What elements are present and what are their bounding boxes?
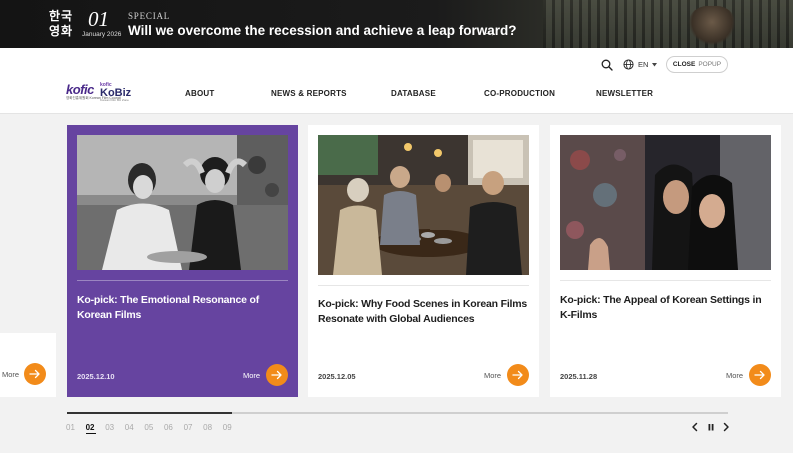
nav-about[interactable]: ABOUT [185,89,214,98]
slider-progress-fill [67,412,233,414]
arrow-right-icon [29,369,40,379]
previous-card-partial[interactable]: More [0,333,56,397]
arrow-right-icon [271,370,282,380]
logo-kobiz-sub: Korean Film Biz Zone [100,98,129,102]
globe-icon [623,59,634,70]
close-popup-strong: CLOSE [672,61,696,68]
page-number-09[interactable]: 09 [223,423,243,434]
card-divider [318,285,529,286]
pause-icon[interactable] [706,421,716,433]
card-title[interactable]: Ko-pick: The Emotional Resonance of Kore… [77,293,289,323]
banner-issue-date: January 2026 [82,31,122,38]
nav-co-production[interactable]: CO-PRODUCTION [484,89,555,98]
nav-database[interactable]: DATABASE [391,89,436,98]
card-divider [77,280,288,281]
page-number-06[interactable]: 06 [164,423,184,434]
more-label: More [2,370,20,379]
search-icon[interactable] [601,59,613,71]
page-number-04[interactable]: 04 [125,423,145,434]
card-thumbnail-window-scene[interactable] [560,135,771,270]
page-number-03[interactable]: 03 [105,423,125,434]
more-button[interactable] [749,364,771,386]
slide-pagination: 01 02 03 04 05 06 07 08 09 [66,423,242,434]
banner-forest-image [543,0,793,48]
close-popup-button[interactable]: CLOSE POPUP [666,56,728,73]
site-header: EN CLOSE POPUP kofic 영화진흥위원회 Korean Film… [0,48,793,114]
banner-korean-title: 한국영화 [49,9,74,38]
logo-kofic: kofic [66,82,94,97]
nav-news-reports[interactable]: NEWS & REPORTS [271,89,347,98]
page-number-02[interactable]: 02 [85,423,106,434]
kofic-kobiz-logo[interactable]: kofic 영화진흥위원회 Korean Film Council kofic … [66,82,132,102]
close-popup-light: POPUP [698,61,722,68]
page-number-05[interactable]: 05 [144,423,164,434]
chevron-left-icon[interactable] [690,421,700,433]
card-date: 2025.12.10 [77,372,115,381]
banner-headline[interactable]: Will we overcome the recession and achie… [128,23,517,38]
nav-newsletter[interactable]: NEWSLETTER [596,89,653,98]
card-title[interactable]: Ko-pick: The Appeal of Korean Settings i… [560,293,772,323]
page-current-underline [85,433,96,434]
card-thumbnail-dinner-scene[interactable] [318,135,529,275]
article-card-1[interactable]: Ko-pick: The Emotional Resonance of Kore… [67,125,298,397]
more-button[interactable] [507,364,529,386]
page-number-01[interactable]: 01 [66,423,86,434]
arrow-right-icon: → [483,23,497,39]
card-date: 2025.11.28 [560,372,598,381]
more-label: More [484,371,502,380]
language-selector[interactable]: EN [623,59,658,70]
article-card-2[interactable]: Ko-pick: Why Food Scenes in Korean Films… [308,125,539,397]
arrow-right-icon [754,370,765,380]
more-button[interactable] [24,363,46,385]
more-button[interactable] [266,364,288,386]
card-thumbnail-bw-film[interactable] [77,135,288,270]
card-title[interactable]: Ko-pick: Why Food Scenes in Korean Films… [318,297,530,327]
article-card-3[interactable]: Ko-pick: The Appeal of Korean Settings i… [550,125,781,397]
caret-down-icon [652,62,658,66]
more-label: More [243,371,261,380]
page-number-08[interactable]: 08 [203,423,223,434]
more-label: More [726,371,744,380]
page-number-07[interactable]: 07 [184,423,204,434]
card-divider [560,280,771,281]
chevron-right-icon[interactable] [721,421,731,433]
arrow-right-icon [512,370,523,380]
banner-figure-image [689,6,735,46]
banner-label: SPECIAL [128,11,171,21]
special-banner[interactable]: 한국영화 01 January 2026 SPECIAL Will we ove… [0,0,793,48]
language-label: EN [638,60,649,69]
slider-progress-track [67,412,728,414]
card-date: 2025.12.05 [318,372,356,381]
banner-issue-number: 01 [88,7,109,31]
